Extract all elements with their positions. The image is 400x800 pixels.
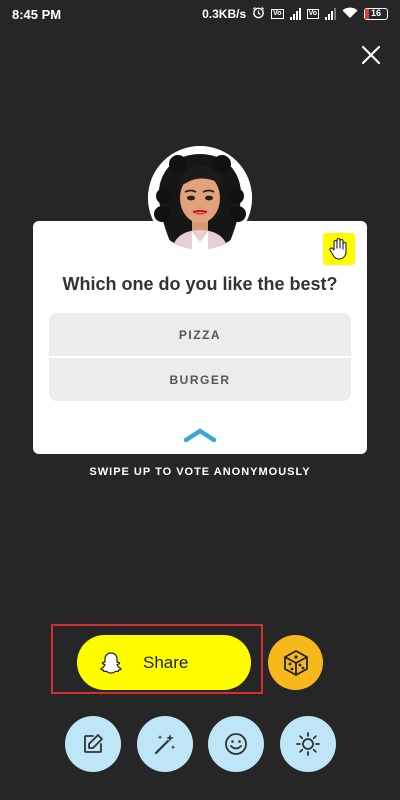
status-icons: 0.3KB/s Vo Vo 16: [202, 6, 388, 22]
brightness-icon: [296, 732, 320, 756]
battery-level: 16: [370, 8, 381, 18]
smiley-icon: [225, 733, 247, 755]
snapchat-ghost-icon: [99, 651, 123, 675]
poll-option[interactable]: PIZZA: [49, 313, 351, 356]
signal-icon-2: [325, 8, 336, 20]
bitmoji-avatar: [148, 146, 252, 250]
wifi-icon: [342, 7, 358, 22]
dice-icon: [283, 649, 308, 676]
dice-button[interactable]: [268, 635, 323, 690]
magic-wand-icon: [154, 734, 176, 755]
volte-badge: Vo: [271, 9, 284, 19]
status-bar: 8:45 PM 0.3KB/s Vo Vo 16: [0, 0, 400, 28]
chevron-up-icon[interactable]: [183, 427, 217, 443]
magic-wand-button[interactable]: [137, 716, 193, 772]
emoji-button[interactable]: [208, 716, 264, 772]
brightness-button[interactable]: [280, 716, 336, 772]
poll-option[interactable]: BURGER: [49, 358, 351, 401]
edit-icon: [84, 734, 103, 753]
share-button[interactable]: Share: [77, 635, 251, 690]
volte-badge-2: Vo: [306, 9, 319, 19]
close-button[interactable]: [356, 40, 386, 70]
poll-card: Which one do you like the best? PIZZA BU…: [33, 221, 367, 454]
signal-icon: [289, 8, 301, 20]
battery-icon: 16: [364, 8, 388, 20]
share-label: Share: [143, 652, 189, 672]
poll-question: Which one do you like the best?: [62, 274, 338, 294]
swipe-hint: SWIPE UP TO VOTE ANONYMOUSLY: [89, 466, 311, 478]
hand-icon: [329, 237, 347, 260]
poll-sticker-badge[interactable]: [323, 233, 355, 265]
alarm-icon: [252, 6, 265, 22]
edit-button[interactable]: [65, 716, 121, 772]
network-speed: 0.3KB/s: [202, 7, 247, 21]
status-time: 8:45 PM: [12, 6, 62, 22]
close-icon: [362, 46, 380, 64]
